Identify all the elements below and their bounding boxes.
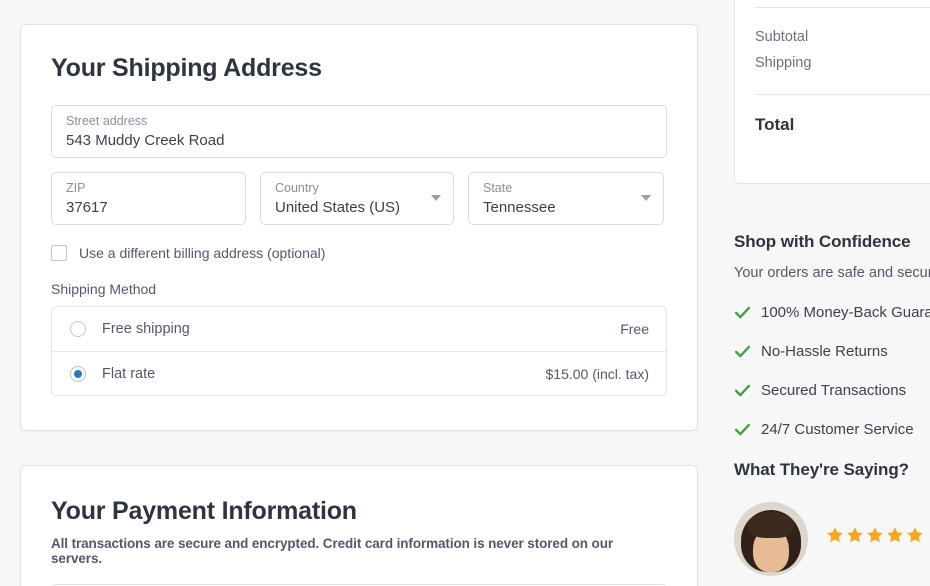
testimonial-body <box>734 502 930 576</box>
street-address-label: Street address <box>66 114 148 128</box>
shipping-address-card: Your Shipping Address Street address 543… <box>20 24 698 431</box>
summary-row-label: Subtotal <box>755 29 809 45</box>
payment-information-card: Your Payment Information All transaction… <box>20 465 698 586</box>
country-select[interactable]: Country United States (US) <box>260 172 454 225</box>
list-item: Secured Transactions <box>734 382 930 399</box>
list-item: 100% Money-Back Guarantee <box>734 304 930 321</box>
testimonial-section: What They're Saying? <box>734 460 930 576</box>
country-value: United States (US) <box>275 199 401 216</box>
street-address-field[interactable]: Street address 543 Muddy Creek Road <box>51 105 667 158</box>
summary-row-label: Shipping <box>755 55 812 71</box>
list-item: 24/7 Customer Service <box>734 421 930 438</box>
checkout-sidebar: Subtotal Shipping Total Shop with Confid… <box>734 0 930 576</box>
star-icon <box>907 527 923 543</box>
summary-row-shipping: Shipping <box>755 50 930 76</box>
billing-address-checkbox[interactable] <box>51 245 67 261</box>
check-icon <box>734 423 751 436</box>
summary-divider <box>755 7 930 8</box>
shipping-method-name: Free shipping <box>102 321 190 337</box>
checkout-main-column: Your Shipping Address Street address 543… <box>20 24 698 586</box>
testimonial-title: What They're Saying? <box>734 460 909 479</box>
shipping-method-label: Shipping Method <box>51 281 157 297</box>
zip-value: 37617 <box>66 199 108 216</box>
list-item-label: Secured Transactions <box>761 382 907 399</box>
zip-field[interactable]: ZIP 37617 <box>51 172 246 225</box>
shipping-method-list: Free shipping Free Flat rate $15.00 (inc… <box>51 306 667 396</box>
confidence-subtitle: Your orders are safe and secure <box>734 265 930 281</box>
state-select[interactable]: State Tennessee <box>468 172 664 225</box>
country-label: Country <box>275 181 319 195</box>
shipping-method-option-flat-rate[interactable]: Flat rate $15.00 (incl. tax) <box>52 351 666 395</box>
star-rating <box>826 526 924 544</box>
page-title: Your Shipping Address <box>51 54 322 82</box>
check-icon <box>734 345 751 358</box>
billing-address-checkbox-label: Use a different billing address (optiona… <box>79 245 326 261</box>
chevron-down-icon <box>431 195 441 201</box>
star-icon <box>827 527 843 543</box>
shipping-method-option-free[interactable]: Free shipping Free <box>52 307 666 351</box>
shipping-method-price: Free <box>620 321 649 337</box>
star-icon <box>887 527 903 543</box>
billing-address-checkbox-row[interactable]: Use a different billing address (optiona… <box>51 245 667 261</box>
checkout-page: Your Shipping Address Street address 543… <box>0 0 930 586</box>
radio-free-shipping[interactable] <box>70 321 86 337</box>
radio-flat-rate[interactable] <box>70 365 86 382</box>
confidence-list: 100% Money-Back Guarantee No-Hassle Retu… <box>734 304 930 438</box>
list-item-label: 100% Money-Back Guarantee <box>761 304 930 321</box>
summary-divider <box>755 94 930 95</box>
star-icon <box>847 527 863 543</box>
payment-security-note: All transactions are secure and encrypte… <box>51 536 614 566</box>
summary-total-label: Total <box>755 115 795 134</box>
summary-row-subtotal: Subtotal <box>755 24 930 50</box>
confidence-title: Shop with Confidence <box>734 232 911 251</box>
shipping-method-price: $15.00 (incl. tax) <box>545 365 650 382</box>
shipping-method-name: Flat rate <box>102 365 156 382</box>
shop-with-confidence-section: Shop with Confidence Your orders are saf… <box>734 232 930 438</box>
zip-label: ZIP <box>66 181 86 195</box>
chevron-down-icon <box>641 195 651 201</box>
order-summary-card: Subtotal Shipping Total <box>734 0 930 184</box>
star-icon <box>867 527 883 543</box>
list-item-label: No-Hassle Returns <box>761 343 888 360</box>
payment-section-title: Your Payment Information <box>51 497 357 525</box>
check-icon <box>734 384 751 397</box>
list-item-label: 24/7 Customer Service <box>761 421 914 438</box>
address-details-row: ZIP 37617 Country United States (US) Sta… <box>51 172 667 225</box>
check-icon <box>734 306 751 319</box>
avatar <box>734 502 808 576</box>
state-value: Tennessee <box>483 199 556 216</box>
street-address-value: 543 Muddy Creek Road <box>66 132 225 149</box>
list-item: No-Hassle Returns <box>734 343 930 360</box>
state-label: State <box>483 181 513 195</box>
